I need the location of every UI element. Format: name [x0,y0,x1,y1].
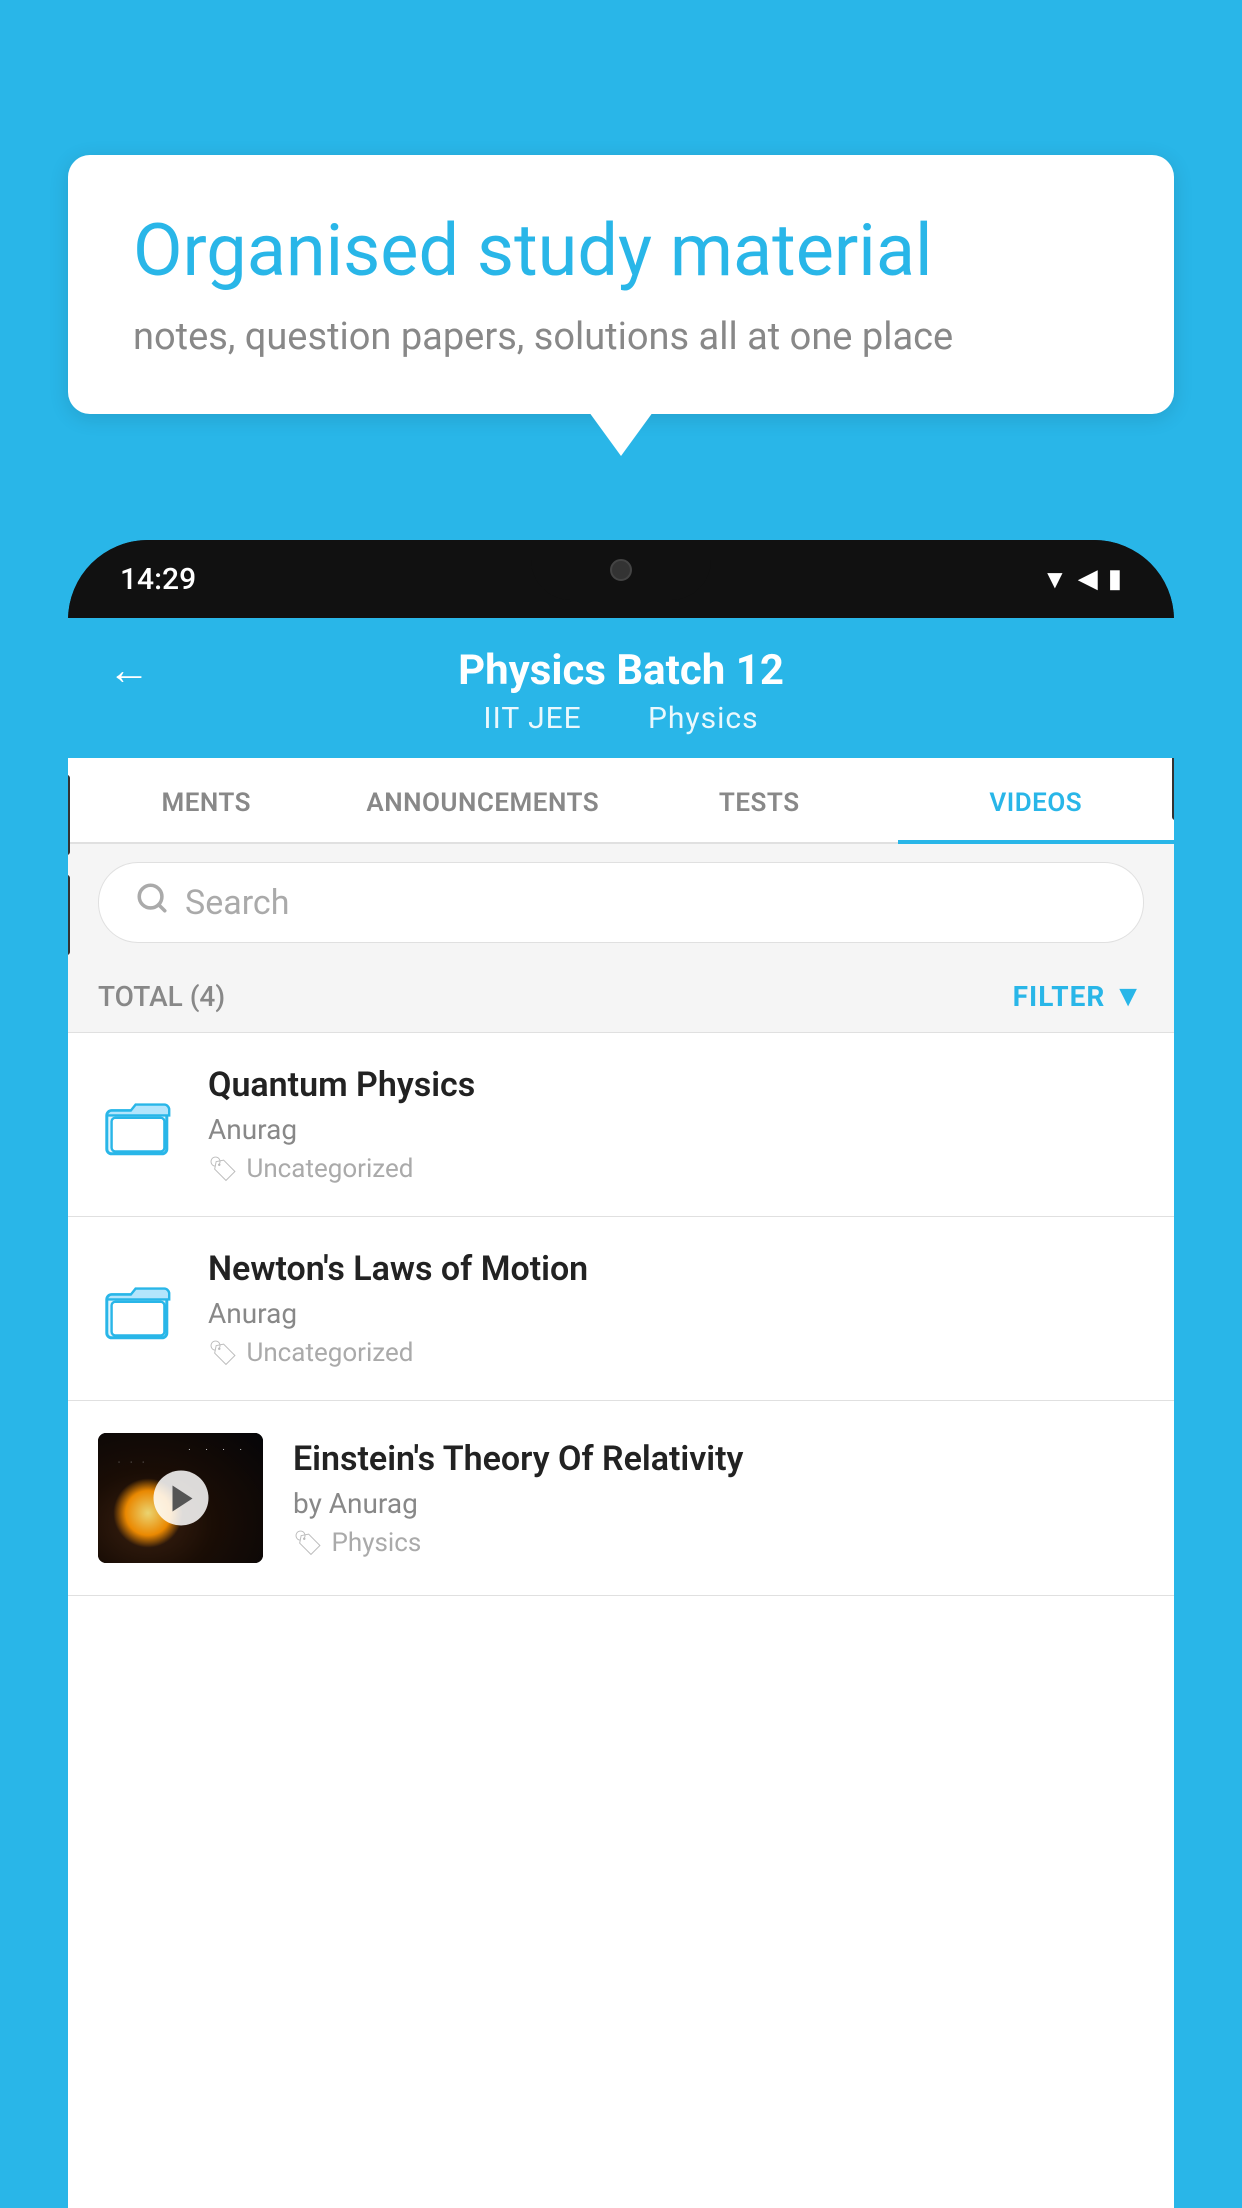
video-thumbnail: · · · · · · · [98,1433,263,1563]
tag-icon: 🏷 [293,1529,323,1557]
search-input-wrap[interactable]: Search [98,862,1144,943]
signal-icon: ◀ [1078,564,1098,594]
header-tag2: Physics [648,701,759,736]
video-info: Quantum Physics Anurag 🏷 Uncategorized [208,1065,1144,1184]
video-title: Quantum Physics [208,1065,1144,1105]
speech-bubble: Organised study material notes, question… [68,155,1174,414]
video-tag: 🏷 Uncategorized [208,1154,1144,1184]
video-author: Anurag [208,1113,1144,1146]
status-bar: 14:29 ▼ ◀ ▮ [68,540,1174,618]
total-count: TOTAL (4) [98,980,225,1013]
search-bar-container: Search [68,844,1174,961]
header-title: Physics Batch 12 [458,646,784,695]
wifi-icon: ▼ [1042,564,1068,595]
list-item[interactable]: Newton's Laws of Motion Anurag 🏷 Uncateg… [68,1217,1174,1401]
header-row: ← Physics Batch 12 [108,646,1134,695]
tab-announcements[interactable]: ANNOUNCEMENTS [345,760,622,844]
bubble-subtitle: notes, question papers, solutions all at… [133,315,1109,359]
video-tag: 🏷 Physics [293,1528,1144,1558]
header-subtitle: IIT JEE Physics [471,701,770,736]
app-screen: ← Physics Batch 12 IIT JEE Physics MENTS… [68,618,1174,2208]
video-list: Quantum Physics Anurag 🏷 Uncategorized [68,1033,1174,1596]
tag-label: Uncategorized [246,1338,413,1368]
status-icons: ▼ ◀ ▮ [1042,564,1122,595]
video-tag: 🏷 Uncategorized [208,1338,1144,1368]
tabs-bar: MENTS ANNOUNCEMENTS TESTS VIDEOS [68,758,1174,844]
phone-time: 14:29 [120,562,196,597]
bubble-title: Organised study material [133,210,1109,293]
list-item[interactable]: Quantum Physics Anurag 🏷 Uncategorized [68,1033,1174,1217]
video-title: Newton's Laws of Motion [208,1249,1144,1289]
volume-down-button [68,875,70,955]
video-info: Newton's Laws of Motion Anurag 🏷 Uncateg… [208,1249,1144,1368]
play-button[interactable] [153,1471,208,1526]
video-author: Anurag [208,1297,1144,1330]
search-icon [135,881,169,924]
video-title: Einstein's Theory Of Relativity [293,1439,1144,1479]
filter-funnel-icon: ▼ [1113,979,1144,1014]
filter-row: TOTAL (4) FILTER ▼ [68,961,1174,1033]
tag-icon: 🏷 [208,1339,238,1367]
battery-icon: ▮ [1108,564,1122,594]
video-author: by Anurag [293,1487,1144,1520]
header-tag1: IIT JEE [483,701,581,736]
list-item[interactable]: · · · · · · · Einstein's Theory Of Relat… [68,1401,1174,1596]
search-placeholder: Search [185,883,289,923]
video-info: Einstein's Theory Of Relativity by Anura… [293,1439,1144,1558]
tab-tests[interactable]: TESTS [621,760,898,844]
tab-ments[interactable]: MENTS [68,760,345,844]
filter-label: FILTER [1013,980,1106,1013]
tag-label: Physics [331,1528,421,1558]
app-header: ← Physics Batch 12 IIT JEE Physics [68,618,1174,758]
filter-button[interactable]: FILTER ▼ [1013,979,1144,1014]
folder-icon-wrap [98,1269,178,1349]
folder-icon-wrap [98,1085,178,1165]
tag-icon: 🏷 [208,1155,238,1183]
phone-frame: 14:29 ▼ ◀ ▮ ← Physics Batch 12 IIT JEE P… [68,540,1174,2208]
tab-videos[interactable]: VIDEOS [898,760,1175,844]
camera [610,559,632,581]
back-button[interactable]: ← [108,646,150,695]
notch [531,540,711,600]
tag-label: Uncategorized [246,1154,413,1184]
play-triangle-icon [173,1485,193,1511]
